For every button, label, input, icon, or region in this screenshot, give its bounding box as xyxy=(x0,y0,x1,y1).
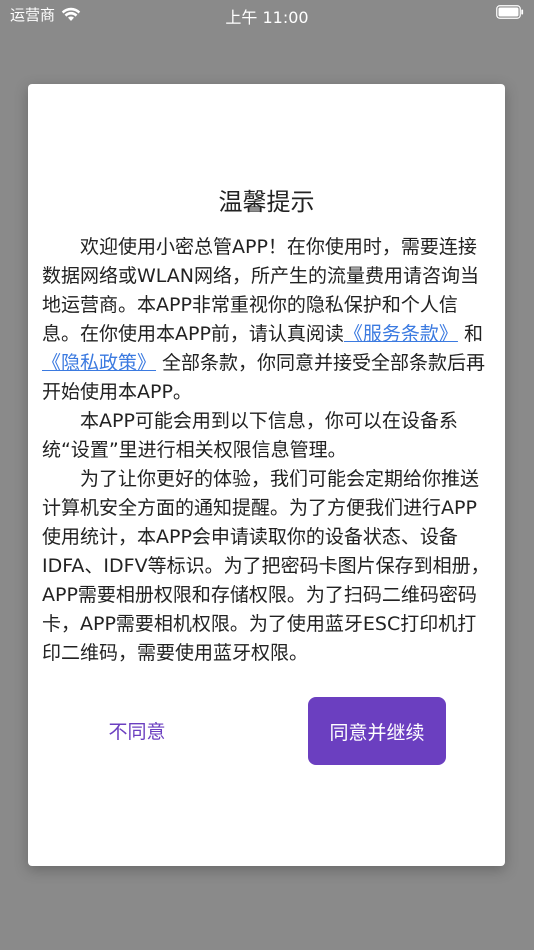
intro-paragraph: 欢迎使用小密总管APP！在你使用时，需要连接数据网络或WLAN网络，所产生的流量… xyxy=(42,233,494,407)
privacy-dialog: 温馨提示 欢迎使用小密总管APP！在你使用时，需要连接数据网络或WLAN网络，所… xyxy=(28,84,505,866)
permissions-paragraph: 本APP可能会用到以下信息，你可以在设备系统“设置”里进行相关权限信息管理。 xyxy=(42,410,458,461)
disagree-button[interactable]: 不同意 xyxy=(92,716,182,746)
dialog-body: 欢迎使用小密总管APP！在你使用时，需要连接数据网络或WLAN网络，所产生的流量… xyxy=(42,233,494,668)
terms-of-service-link[interactable]: 《服务条款》 xyxy=(344,323,458,345)
usage-paragraph: 为了让你更好的体验，我们可能会定期给你推送计算机安全方面的通知提醒。为了方便我们… xyxy=(42,468,490,664)
battery-icon xyxy=(496,5,524,19)
privacy-policy-link[interactable]: 《隐私政策》 xyxy=(42,352,156,374)
and-text: 和 xyxy=(457,323,483,345)
dialog-title: 温馨提示 xyxy=(218,188,315,216)
status-time: 上午 11:00 xyxy=(225,8,309,27)
status-right xyxy=(496,5,524,19)
agree-and-continue-button[interactable]: 同意并继续 xyxy=(308,697,446,765)
status-bar: 运营商 上午 11:00 xyxy=(0,0,534,28)
